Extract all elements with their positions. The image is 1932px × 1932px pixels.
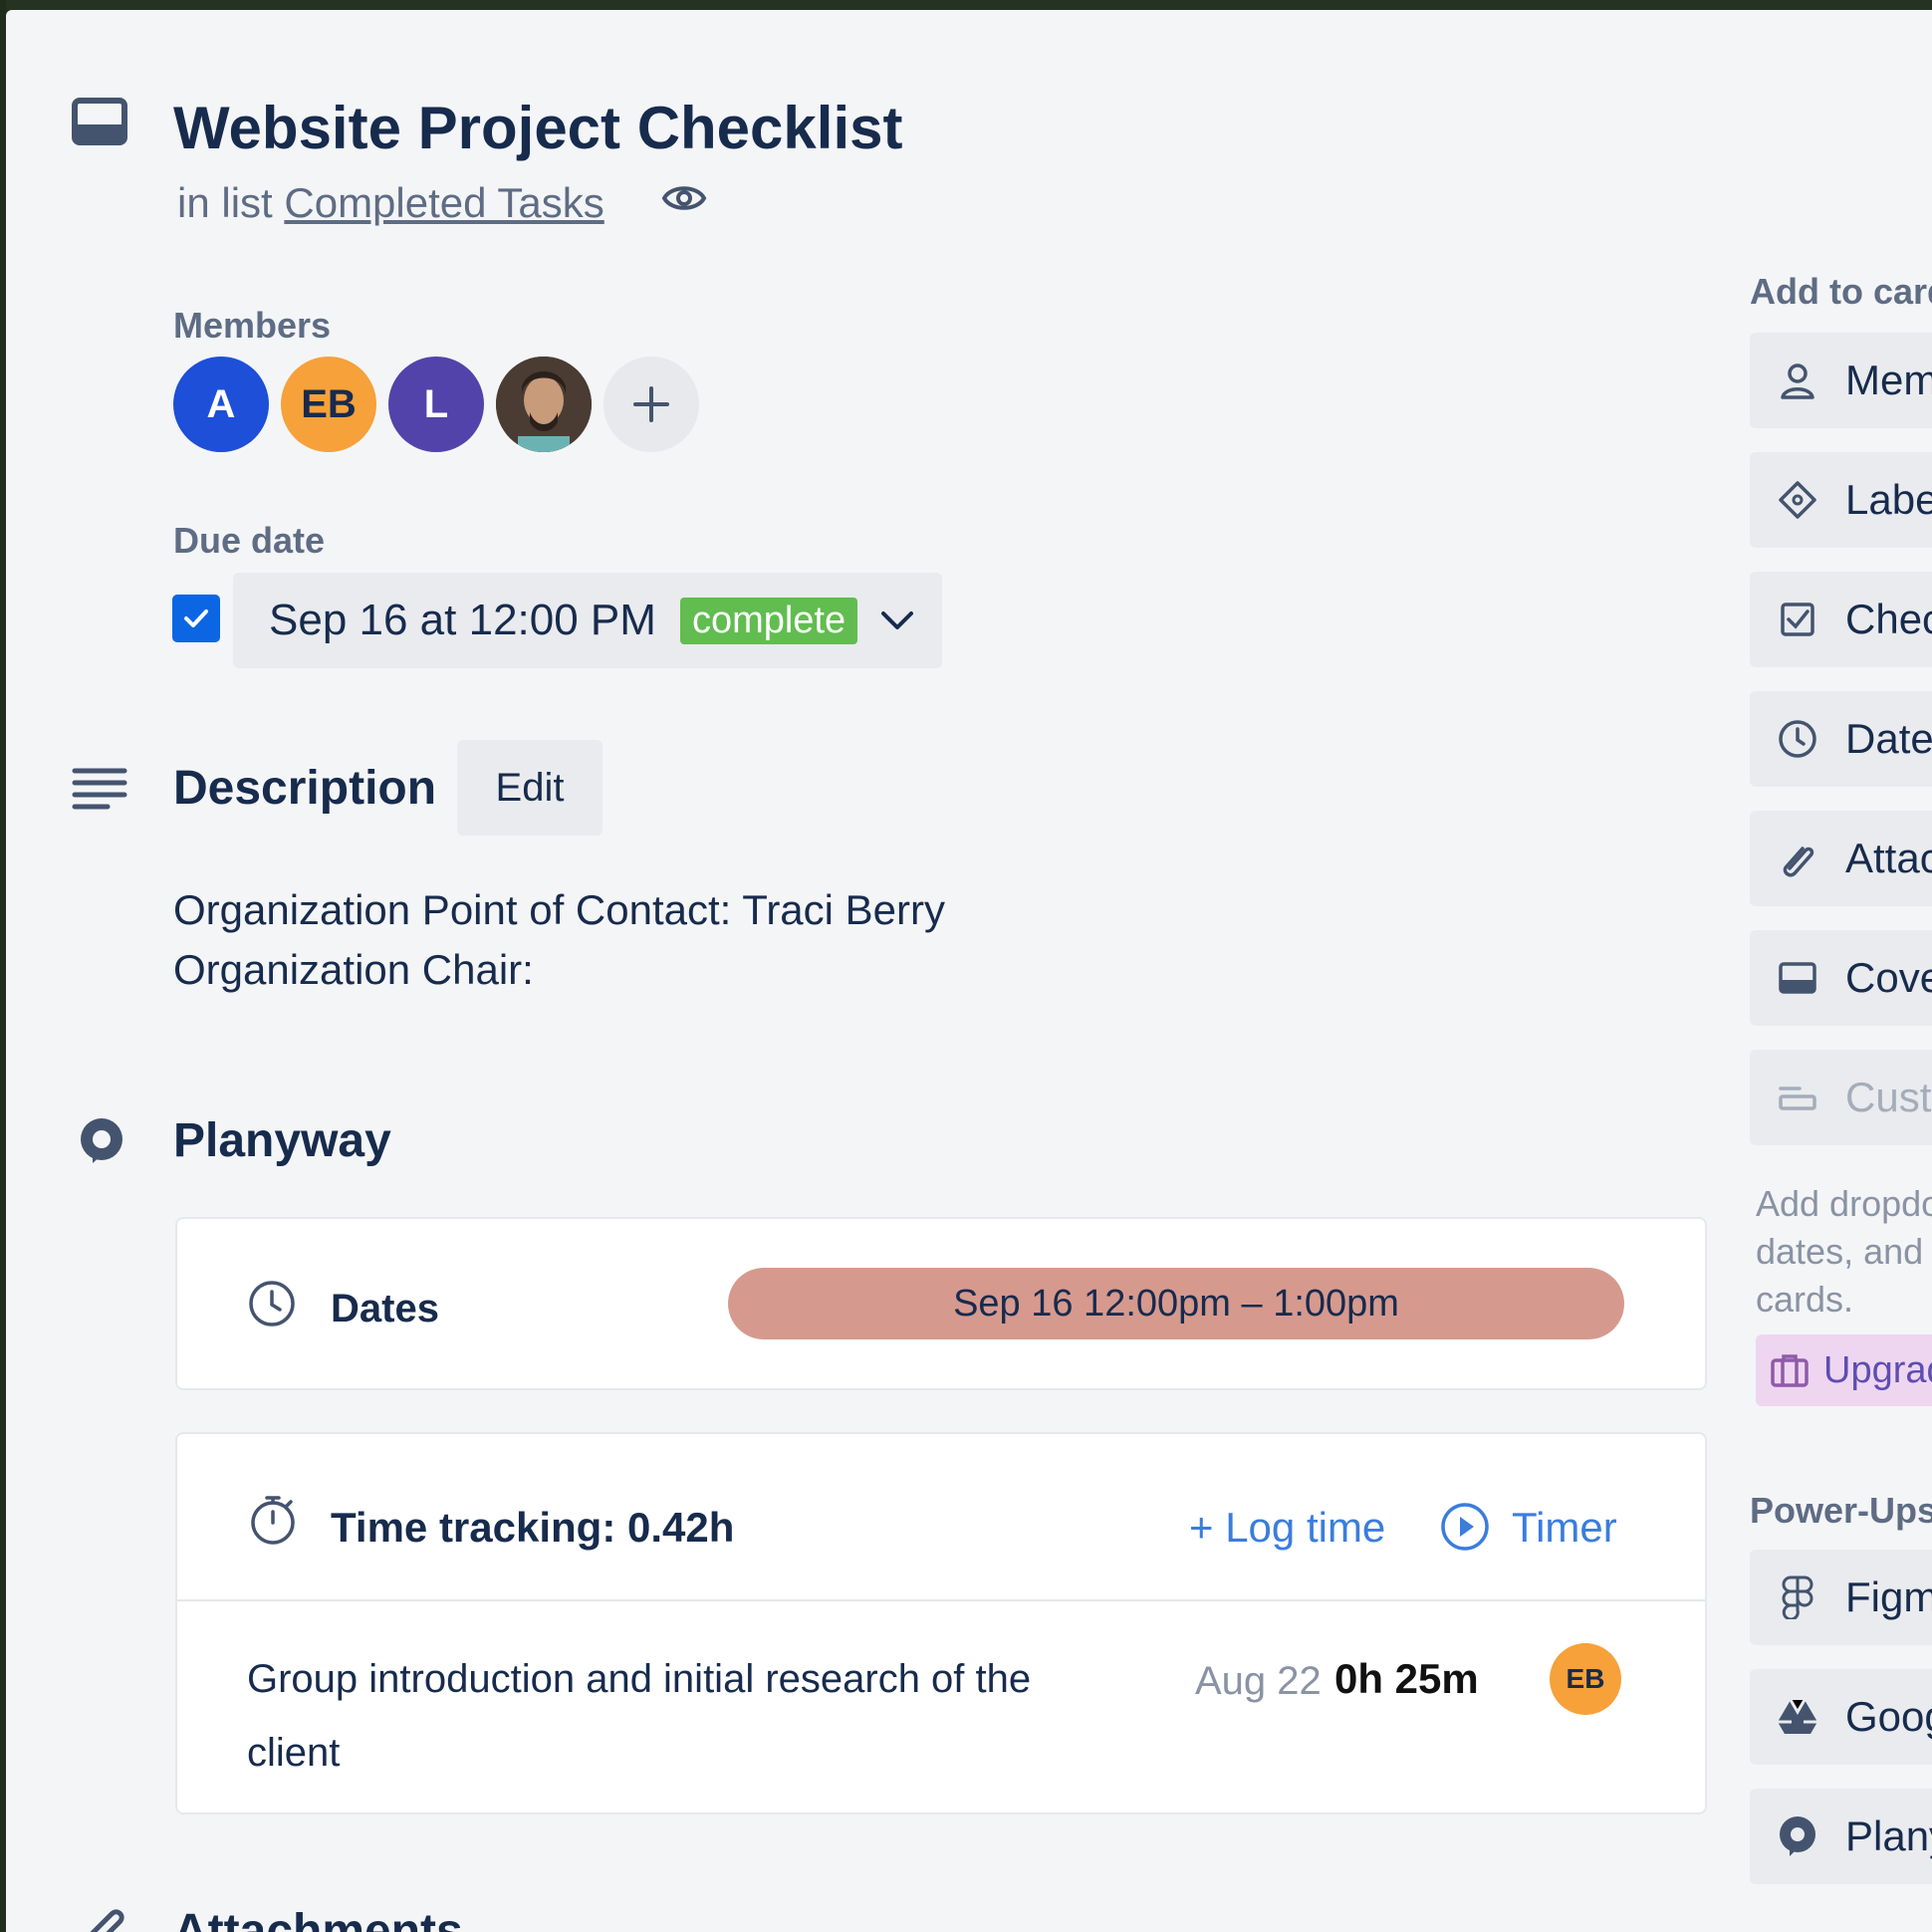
avatar[interactable]: EB: [281, 357, 376, 452]
sidebar-item-label: Cover: [1845, 954, 1932, 1001]
custom-fields-help: dates, and more to your: [1756, 1231, 1932, 1272]
time-tracking-total: Time tracking: 0.42h: [331, 1504, 735, 1551]
sidebar-dates-button[interactable]: Dates: [1750, 691, 1932, 787]
sidebar-item-label: Google Drive: [1845, 1693, 1932, 1740]
upgrade-button[interactable]: Upgrade: [1756, 1334, 1932, 1406]
checkmark-icon: [184, 609, 208, 627]
briefcase-icon: [1770, 1352, 1810, 1388]
time-entry-date: Aug 22: [1195, 1659, 1322, 1703]
description-line: Organization Point of Contact: Traci Ber…: [173, 886, 946, 933]
custom-fields-help: cards.: [1756, 1279, 1854, 1320]
card-detail-modal: Website Project Checklist in list Comple…: [6, 10, 1932, 1932]
sidebar-item-label: Dates: [1845, 715, 1932, 762]
dates-label: Dates: [331, 1287, 439, 1330]
log-time-link[interactable]: + Log time: [1189, 1504, 1385, 1552]
sidebar-item-label: Labels: [1845, 476, 1932, 523]
edit-description-button[interactable]: Edit: [457, 740, 603, 836]
sidebar-cover-button[interactable]: Cover: [1750, 930, 1932, 1026]
avatar[interactable]: A: [173, 357, 269, 452]
members-label: Members: [173, 305, 332, 346]
due-date-button[interactable]: Sep 16 at 12:00 PM complete: [233, 573, 942, 668]
plus-icon: [633, 386, 669, 422]
sidebar-checklist-button[interactable]: Checklist: [1750, 572, 1932, 667]
add-member-button[interactable]: [604, 357, 699, 452]
avatar-initials: L: [423, 381, 449, 426]
sidebar-labels-button[interactable]: Labels: [1750, 452, 1932, 548]
cover-icon: [1774, 954, 1821, 1002]
custom-fields-icon: [1774, 1074, 1821, 1121]
in-list-breadcrumb: in list Completed Tasks: [177, 179, 604, 227]
clock-icon: [1774, 715, 1821, 763]
paperclip-icon: [1774, 835, 1821, 882]
google-drive-icon: [1774, 1693, 1821, 1741]
paperclip-icon: [76, 1902, 127, 1932]
avatar-photo[interactable]: [496, 357, 592, 452]
time-entry-description: client: [247, 1731, 341, 1775]
clock-icon: [247, 1279, 297, 1328]
sidebar-item-label: Attachment: [1845, 835, 1932, 881]
dates-pill[interactable]: Sep 16 12:00pm – 1:00pm: [728, 1268, 1624, 1339]
custom-fields-help: Add dropdowns, text fields,: [1756, 1183, 1932, 1224]
power-up-figma-button[interactable]: Figma: [1750, 1550, 1932, 1645]
stopwatch-icon: [249, 1494, 297, 1546]
planyway-heading: Planyway: [173, 1114, 391, 1167]
list-name-link[interactable]: Completed Tasks: [284, 179, 604, 226]
tag-icon: [1774, 476, 1821, 524]
checklist-icon: [1774, 596, 1821, 643]
planyway-icon: [1774, 1812, 1821, 1860]
time-tracking-panel: [175, 1432, 1707, 1814]
due-date-value: Sep 16 at 12:00 PM: [269, 596, 656, 644]
power-up-google-drive-button[interactable]: Google Drive: [1750, 1669, 1932, 1765]
card-title[interactable]: Website Project Checklist: [173, 94, 902, 162]
upgrade-label: Upgrade: [1823, 1348, 1932, 1391]
sidebar-members-button[interactable]: Members: [1750, 333, 1932, 428]
sidebar-item-label: Members: [1845, 357, 1932, 403]
description-line: Organization Chair:: [173, 946, 534, 993]
avatar-initials: EB: [1566, 1663, 1605, 1694]
card-icon: [72, 98, 127, 145]
person-icon: [1774, 357, 1821, 404]
sidebar-item-label: Checklist: [1845, 596, 1932, 642]
power-ups-label: Power-Ups: [1750, 1490, 1932, 1531]
planyway-icon: [76, 1115, 127, 1167]
in-list-prefix: in list: [177, 179, 273, 226]
avatar[interactable]: L: [388, 357, 484, 452]
description-icon: [72, 767, 127, 815]
attachments-heading: Attachments: [173, 1905, 463, 1932]
time-entry-description: Group introduction and initial research …: [247, 1657, 1032, 1701]
sidebar-custom-fields-button[interactable]: Custom Fields: [1750, 1050, 1932, 1145]
sidebar-item-label: Figma: [1845, 1573, 1932, 1620]
sidebar-item-label: Planyway: [1845, 1812, 1932, 1859]
avatar-initials: EB: [301, 381, 357, 426]
due-date-complete-checkbox[interactable]: [172, 595, 220, 642]
avatar-initials: A: [206, 381, 236, 426]
play-icon[interactable]: [1440, 1502, 1490, 1552]
watch-eye-icon[interactable]: [661, 181, 707, 215]
power-up-planyway-button[interactable]: Planyway: [1750, 1789, 1932, 1884]
status-badge: complete: [679, 597, 858, 644]
sidebar-attachment-button[interactable]: Attachment: [1750, 811, 1932, 906]
description-heading: Description: [173, 762, 437, 815]
avatar[interactable]: EB: [1550, 1643, 1621, 1715]
figma-icon: [1774, 1573, 1821, 1621]
due-date-label: Due date: [173, 520, 326, 561]
chevron-down-icon: [879, 609, 915, 631]
timer-link[interactable]: Timer: [1512, 1504, 1617, 1552]
divider: [175, 1599, 1707, 1601]
time-entry-duration: 0h 25m: [1334, 1655, 1479, 1702]
add-to-card-label: Add to card: [1750, 271, 1932, 312]
sidebar-item-label: Custom Fields: [1845, 1074, 1932, 1120]
